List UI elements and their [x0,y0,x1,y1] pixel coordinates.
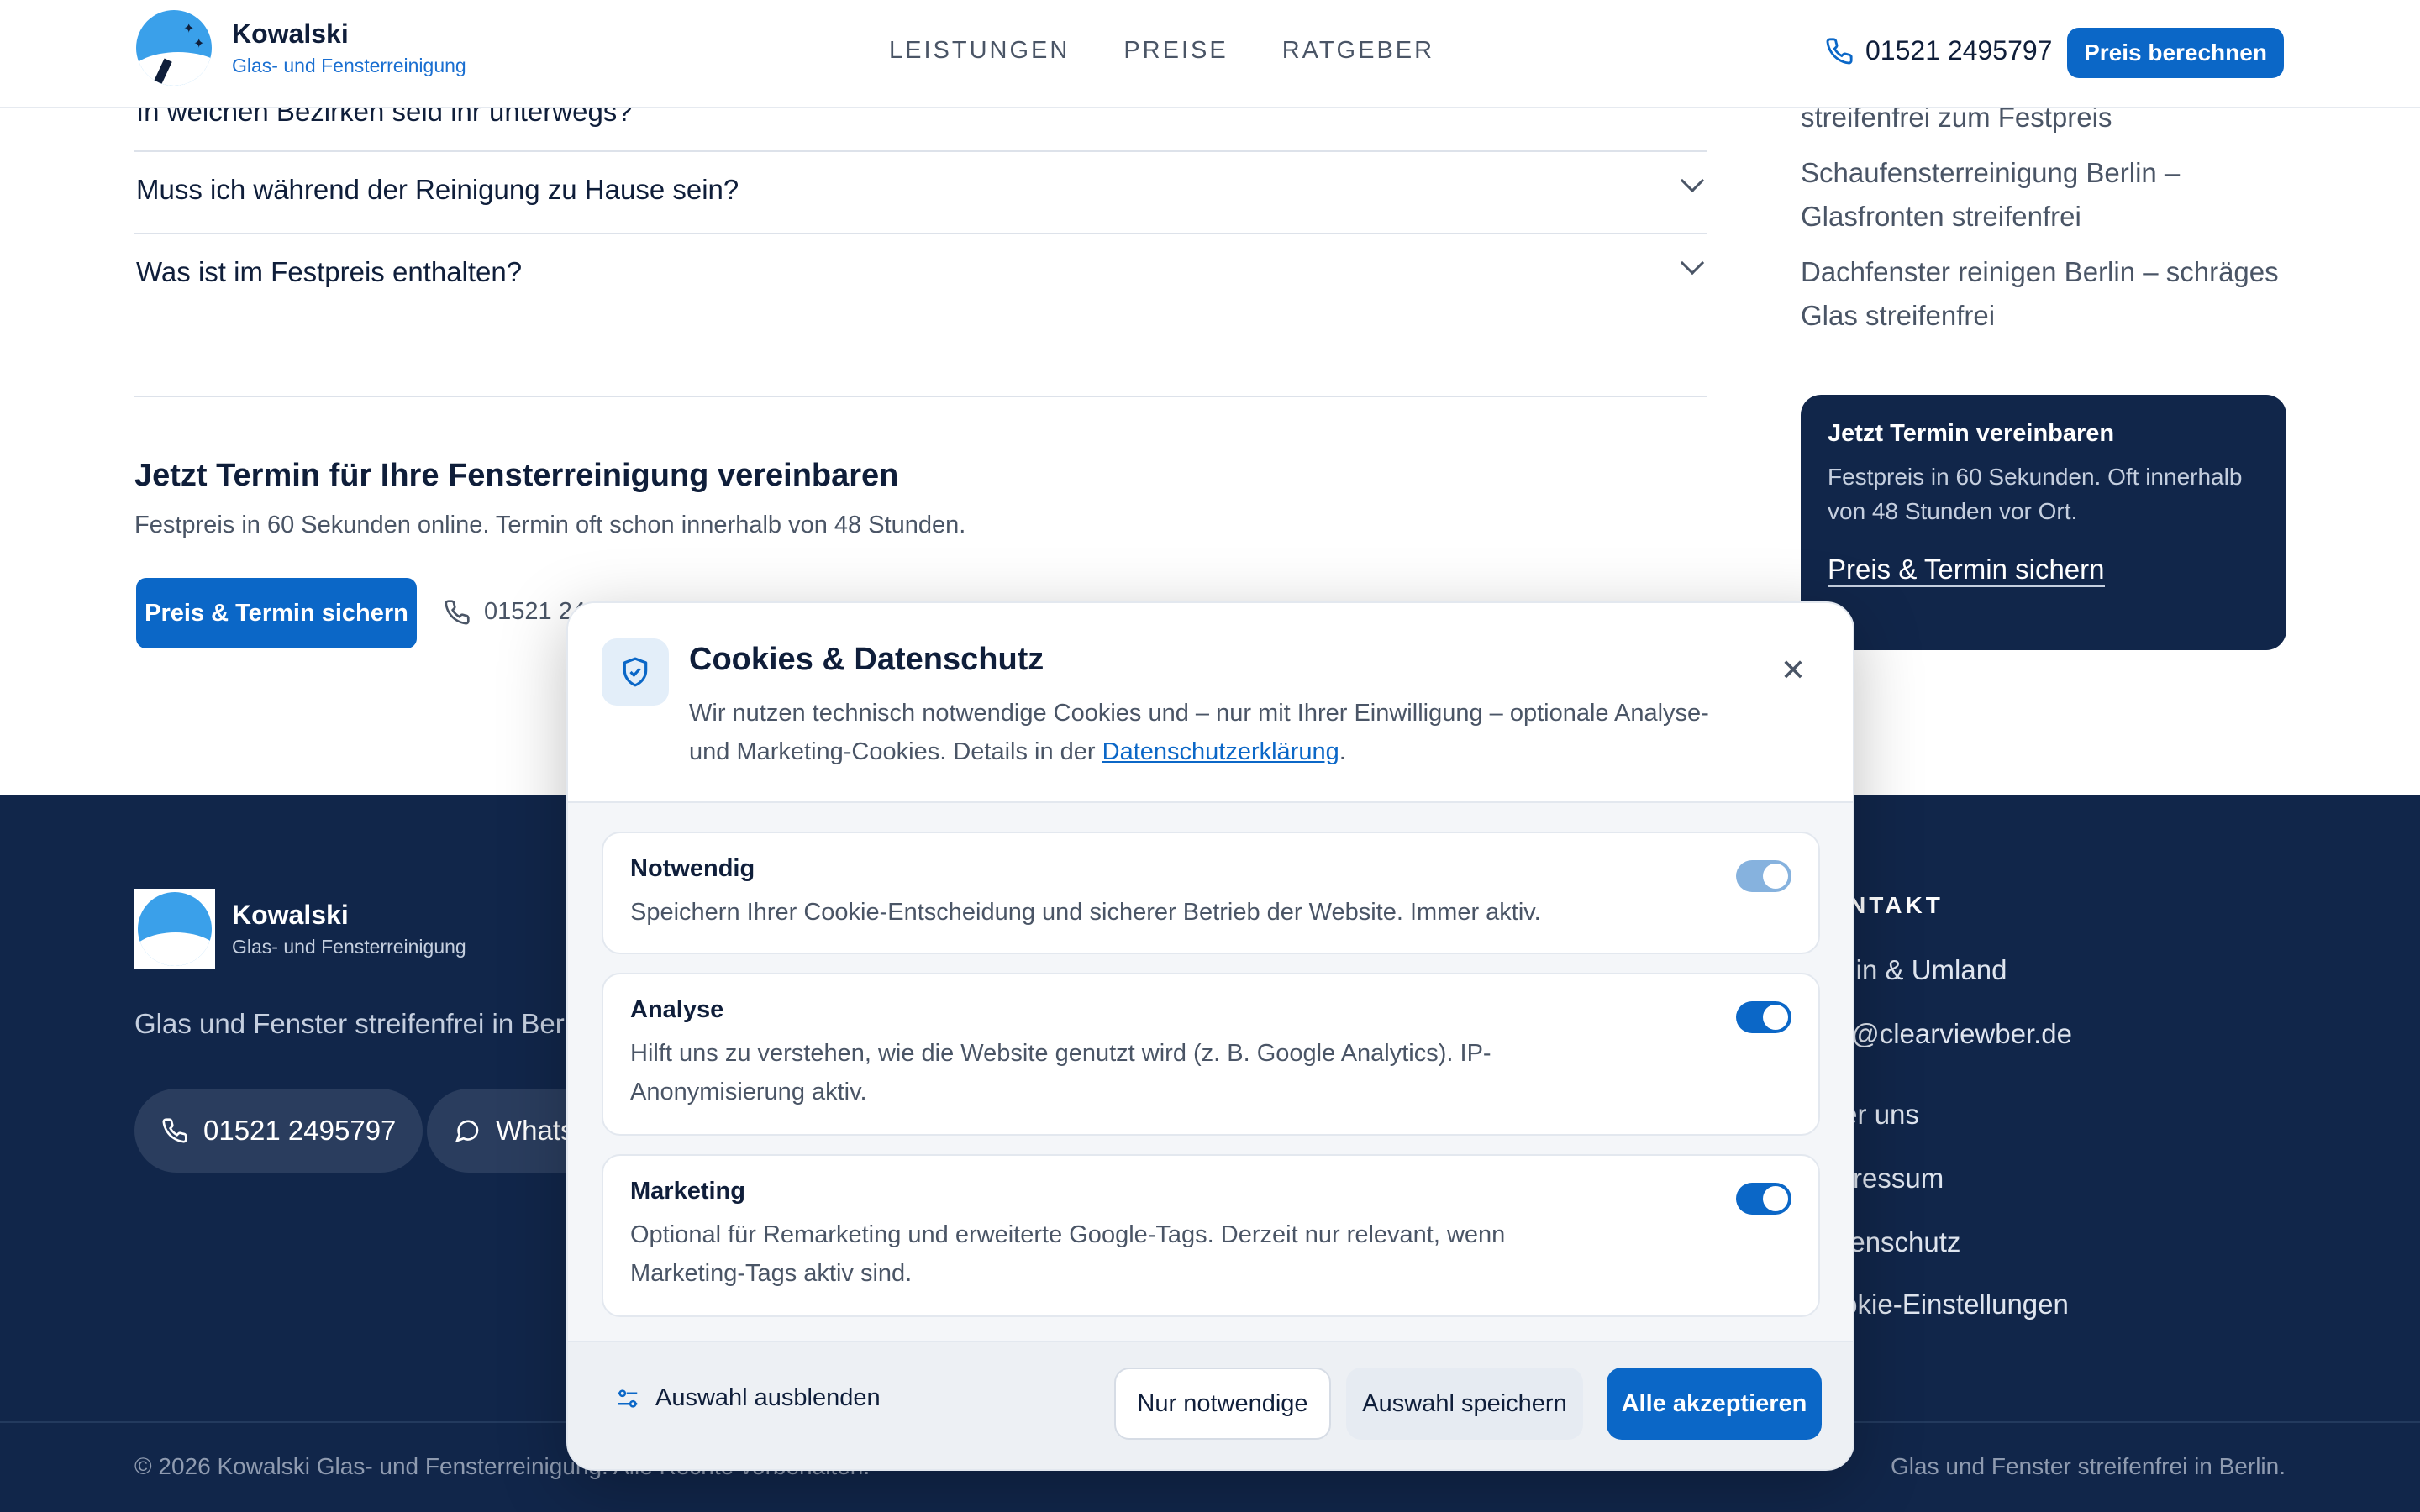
necessary-toggle [1736,860,1791,892]
brand-subtitle: Glas- und Fensterreinigung [232,55,466,76]
footer-brand-subtitle: Glas- und Fensterreinigung [232,936,466,958]
nav-item-ratgeber[interactable]: RATGEBER [1282,37,1434,65]
analytics-toggle[interactable] [1736,1001,1791,1033]
header-phone-number: 01521 2495797 [1865,35,2053,66]
faq-question: Was ist im Festpreis enthalten? [136,256,523,287]
cookie-category-analytics: Analyse Hilft uns zu verstehen, wie die … [602,973,1820,1136]
footer-tagline: Glas und Fenster streifenfrei in Berlin. [134,1008,600,1039]
cookie-categories: Notwendig Speichern Ihrer Cookie-Entsche… [568,803,1853,1341]
cookie-category-necessary: Notwendig Speichern Ihrer Cookie-Entsche… [602,832,1820,954]
cta-text: Festpreis in 60 Sekunden online. Termin … [134,512,966,538]
cookie-dialog-footer: Auswahl ausblenden Nur notwendige Auswah… [568,1341,1853,1469]
cookie-consent-dialog: Cookies & Datenschutz Wir nutzen technis… [566,601,1854,1471]
category-description: Optional für Remarketing und erweiterte … [630,1221,1506,1287]
brand-name: Kowalski [232,18,349,49]
cookie-category-marketing: Marketing Optional für Remarketing und e… [602,1154,1820,1317]
save-selection-button[interactable]: Auswahl speichern [1346,1368,1583,1440]
phone-icon [1826,37,1853,64]
price-calculator-button[interactable]: Preis berechnen [2067,28,2284,78]
main-nav: LEISTUNGEN PREISE RATGEBER [889,37,1434,65]
section-divider [134,396,1707,397]
logo-icon [134,889,215,969]
accept-all-button[interactable]: Alle akzeptieren [1607,1368,1822,1440]
brand-logo-link[interactable]: ✦ ✦ Kowalski Glas- und Fensterreinigung [136,10,466,86]
nav-item-leistungen[interactable]: LEISTUNGEN [889,37,1070,65]
related-article-link[interactable]: Schaufensterreinigung Berlin – Glasfront… [1801,151,2305,239]
category-description: Speichern Ihrer Cookie-Entscheidung und … [630,899,1541,926]
shield-check-icon [602,638,669,706]
footer-brand[interactable]: Kowalski Glas- und Fensterreinigung [134,889,466,969]
sidebar-box-text: Festpreis in 60 Sekunden. Oft innerhalb … [1828,464,2243,524]
privacy-policy-link[interactable]: Datenschutzerklärung [1102,738,1339,765]
phone-icon [162,1118,187,1143]
hide-selection-label: Auswahl ausblenden [655,1384,881,1411]
sliders-icon [618,1389,638,1408]
site-header: ✦ ✦ Kowalski Glas- und Fensterreinigung … [0,0,2420,108]
faq-question: Muss ich während der Reinigung zu Hause … [136,174,739,205]
category-title: Analyse [630,996,724,1023]
logo-icon: ✦ ✦ [136,10,212,86]
sidebar-box-link[interactable]: Preis & Termin sichern [1828,554,2105,587]
phone-icon [445,599,470,625]
header-phone-link[interactable]: 01521 2495797 [1825,35,2052,66]
cookie-dialog-description: Wir nutzen technisch notwendige Cookies … [689,700,1709,765]
nav-item-preise[interactable]: PREISE [1123,37,1228,65]
faq-item-at-home[interactable]: Muss ich während der Reinigung zu Hause … [134,152,1707,234]
cookie-dialog-header: Cookies & Datenschutz Wir nutzen technis… [568,603,1853,803]
chat-bubble-icon [455,1120,479,1143]
hide-selection-button[interactable]: Auswahl ausblenden [615,1384,881,1412]
marketing-toggle[interactable] [1736,1183,1791,1215]
close-icon[interactable]: ✕ [1776,653,1810,687]
category-title: Notwendig [630,855,755,882]
chevron-down-icon [1680,250,1705,276]
footer-claim: Glas und Fenster streifenfrei in Berlin. [1891,1453,2286,1479]
cookie-dialog-title: Cookies & Datenschutz [689,642,1044,677]
related-article-link[interactable]: Dachfenster reinigen Berlin – schräges G… [1801,250,2305,338]
only-necessary-button[interactable]: Nur notwendige [1114,1368,1331,1440]
cta-title: Jetzt Termin für Ihre Fensterreinigung v… [134,458,899,493]
secure-appointment-button[interactable]: Preis & Termin sichern [136,578,417,648]
sidebar-box-title: Jetzt Termin vereinbaren [1828,420,2115,447]
footer-phone-button[interactable]: 01521 2495797 [134,1089,424,1173]
chevron-down-icon [1680,168,1705,193]
sidebar-appointment-box: Jetzt Termin vereinbaren Festpreis in 60… [1801,395,2286,650]
footer-phone-number: 01521 2495797 [203,1115,397,1146]
footer-brand-name: Kowalski [232,900,349,930]
faq-item-festpreis[interactable]: Was ist im Festpreis enthalten? [134,234,1707,317]
related-articles: streifenfrei zum Festpreis Schaufensterr… [1801,96,2305,349]
category-title: Marketing [630,1178,745,1205]
category-description: Hilft uns zu verstehen, wie die Website … [630,1040,1491,1105]
